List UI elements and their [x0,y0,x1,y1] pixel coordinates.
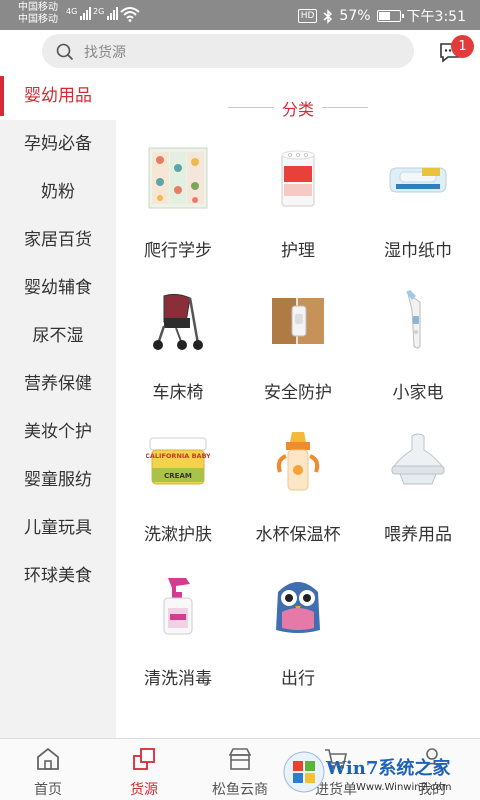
owl-backpack-icon [276,582,320,633]
spray-bottle-icon [163,578,193,635]
supply-icon [133,748,155,770]
sidebar-item[interactable]: 婴幼辅食 [0,264,116,312]
nav-home[interactable]: 首页 [0,739,96,800]
search-icon [56,43,74,61]
category-safety[interactable]: 安全防护 [238,288,358,408]
message-badge: 1 [451,35,474,58]
category-label: 水杯保温杯 [255,525,341,545]
category-label: 湿巾纸巾 [384,241,452,261]
sidebar-item[interactable]: 孕妈必备 [0,120,116,168]
status-right: HD 57% 下午3:51 [297,6,466,26]
net-type-2: 2G [93,7,105,16]
carrier-names: 中国移动 中国移动 [18,2,58,26]
cotton-swab-box-icon [281,150,315,207]
search-bar[interactable]: 找货源 [42,34,414,68]
sidebar-item[interactable]: 营养保健 [0,360,116,408]
category-label: 喂养用品 [384,525,452,545]
home-icon [37,747,59,770]
category-label: 爬行学步 [144,241,212,261]
category-label: 车床椅 [152,383,204,403]
search-placeholder: 找货源 [84,45,126,61]
sidebar-item[interactable]: 尿不湿 [0,312,116,360]
category-label: 出行 [281,669,315,689]
category-label: 护理 [281,241,315,261]
battery-icon [376,10,404,22]
category-strollers[interactable]: 车床椅 [118,288,238,408]
category-crawl-walk[interactable]: 爬行学步 [118,146,238,266]
sidebar-item[interactable]: 奶粉 [0,168,116,216]
signal-1: 4G [66,7,92,20]
sidebar-item[interactable]: 儿童玩具 [0,504,116,552]
cream-jar-icon: CALIFORNIA BABY CREAM [146,437,210,485]
category-care[interactable]: 护理 [238,146,358,266]
category-travel[interactable]: 出行 [238,574,358,694]
section-title: 分类 [116,96,480,120]
category-label: 清洗消毒 [144,669,212,689]
watermark-text: Win7系统之家 [326,758,451,779]
cream-brand-text: CALIFORNIA BABY [146,452,210,460]
nav-supply[interactable]: 货源 [96,739,192,800]
play-mat-icon [148,147,208,209]
nav-store[interactable]: 松鱼云商 [192,739,288,800]
safety-lock-icon [272,298,324,344]
category-cleaning[interactable]: 清洗消毒 [118,574,238,694]
stroller-icon [153,293,203,350]
category-label: 洗漱护肤 [144,525,212,545]
store-icon [228,748,252,770]
watermark-url: Www.Winwin7.com [356,782,452,793]
sippy-cup-icon [276,432,320,491]
status-bar: 中国移动 中国移动 4G 2G HD 57% 下午3:51 [0,0,480,30]
sidebar-item[interactable]: 环球美食 [0,552,116,600]
category-toiletries[interactable]: CALIFORNIA BABY CREAM 洗漱护肤 [118,430,238,550]
signal-2: 2G [93,7,119,20]
wifi-icon [120,7,140,22]
carrier-2: 中国移动 [18,14,58,25]
category-label: 小家电 [392,383,444,403]
watermark: Win7系统之家 Www.Winwin7.com [282,744,478,800]
signal-bars-icon [79,7,92,20]
signal-bars-icon [106,7,119,20]
carrier-1: 中国移动 [18,2,58,13]
sidebar-item[interactable]: 婴童服纺 [0,456,116,504]
category-content: 分类 爬行学步 护理 湿巾纸巾 车床椅 安全防护 小家电 CALIFORNIA … [116,72,480,738]
category-feeding[interactable]: 喂养用品 [358,430,478,550]
header: 找货源 1 [0,30,480,72]
windows-logo-icon [283,751,325,793]
cream-word-text: CREAM [164,472,192,480]
bluetooth-icon [323,8,333,24]
category-label: 安全防护 [264,383,332,403]
net-type-1: 4G [66,7,78,16]
hd-badge: HD [297,9,318,23]
ear-thermometer-icon [406,290,421,349]
nav-label: 松鱼云商 [212,782,268,798]
clock: 下午3:51 [406,9,466,25]
category-cups[interactable]: 水杯保温杯 [238,430,358,550]
sidebar-item[interactable]: 家居百货 [0,216,116,264]
sidebar-item[interactable]: 婴幼用品 [0,72,116,120]
nav-label: 首页 [34,782,62,798]
category-wipes[interactable]: 湿巾纸巾 [358,146,478,266]
category-small-appliances[interactable]: 小家电 [358,288,478,408]
sidebar-item[interactable]: 美妆个护 [0,408,116,456]
bottle-nipple-icon [391,433,445,485]
nav-label: 货源 [130,782,158,798]
battery-percent: 57% [339,8,371,24]
category-sidebar: 婴幼用品 孕妈必备 奶粉 家居百货 婴幼辅食 尿不湿 营养保健 美妆个护 婴童服… [0,72,116,738]
wet-wipes-icon [389,167,447,193]
